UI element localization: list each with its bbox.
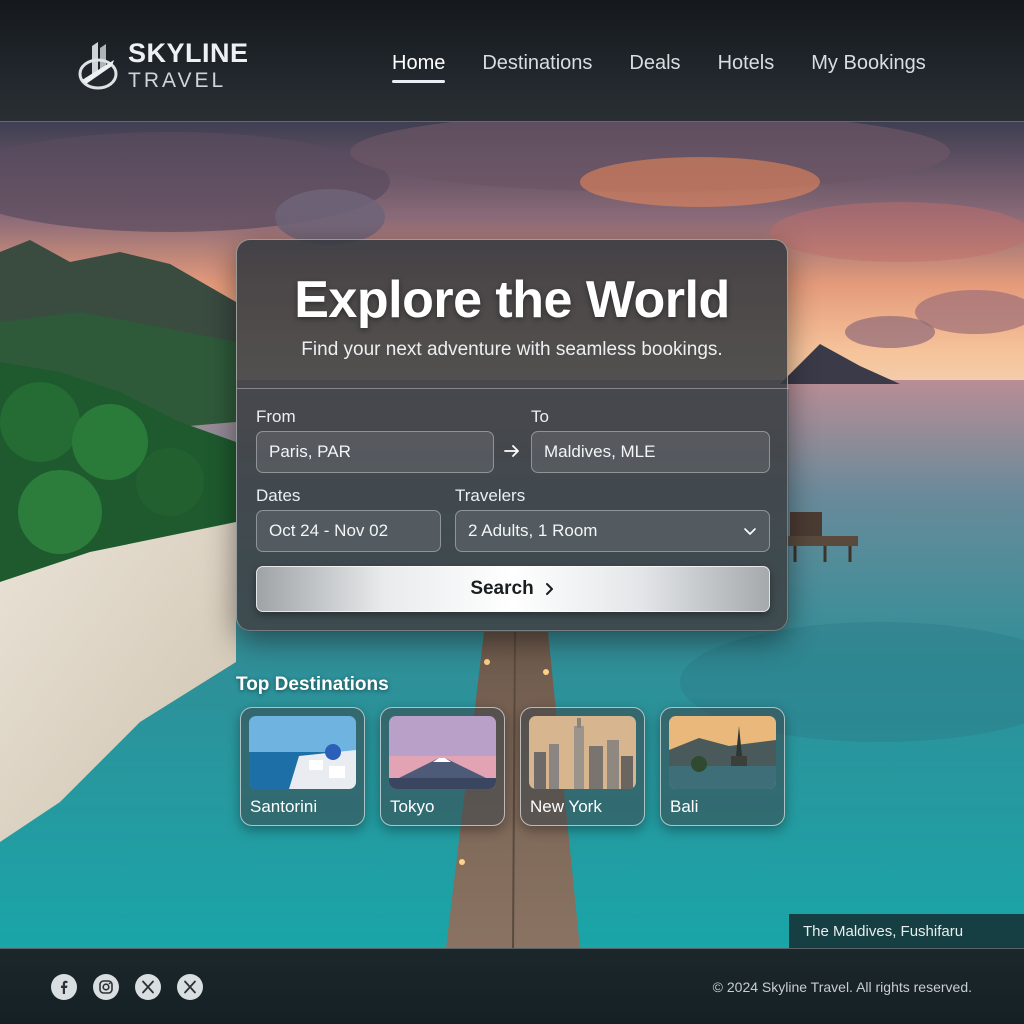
travelers-select[interactable]: 2 Adults, 1 Room xyxy=(455,510,770,552)
destination-card-bali[interactable]: Bali xyxy=(660,707,785,826)
destination-name: New York xyxy=(530,797,602,816)
top-destinations-title: Top Destinations xyxy=(236,674,389,695)
dates-label: Dates xyxy=(256,486,301,505)
dates-field[interactable]: Oct 24 - Nov 02 xyxy=(256,510,441,552)
top-nav-bar: SKYLINE TRAVEL Home Destinations Deals H… xyxy=(0,0,1024,122)
tokyo-thumbnail xyxy=(389,716,496,789)
x-icon[interactable] xyxy=(135,974,161,1000)
to-label: To xyxy=(531,407,549,426)
from-field[interactable]: Paris, PAR xyxy=(256,431,494,473)
arrow-right-icon xyxy=(504,445,519,457)
destination-name: Bali xyxy=(670,797,699,816)
destination-name: Santorini xyxy=(250,797,318,816)
from-label: From xyxy=(256,407,296,426)
skyline-logo-icon xyxy=(78,42,118,90)
top-destinations-list: Santorini Tokyo New York Bali xyxy=(240,707,785,826)
x-icon[interactable] xyxy=(177,974,203,1000)
nav-my-bookings[interactable]: My Bookings xyxy=(811,52,926,83)
chevron-down-icon xyxy=(744,528,756,535)
instagram-icon[interactable] xyxy=(93,974,119,1000)
bali-thumbnail xyxy=(669,716,776,789)
brand-sub: TRAVEL xyxy=(128,68,227,92)
destination-name: Tokyo xyxy=(390,797,435,816)
nav-hotels[interactable]: Hotels xyxy=(718,52,775,83)
search-button[interactable]: Search xyxy=(256,566,770,612)
main-nav: Home Destinations Deals Hotels My Bookin… xyxy=(392,52,963,83)
travelers-label: Travelers xyxy=(455,486,526,505)
booking-form: From To Paris, PAR Maldives, MLE Dates T… xyxy=(237,388,789,632)
brand-logo[interactable]: SKYLINE TRAVEL xyxy=(78,38,249,92)
nav-deals[interactable]: Deals xyxy=(629,52,680,83)
from-value: Paris, PAR xyxy=(269,442,351,461)
destination-card-tokyo[interactable]: Tokyo xyxy=(380,707,505,826)
new-york-thumbnail xyxy=(529,716,636,789)
chevron-right-icon xyxy=(545,583,553,595)
to-field[interactable]: Maldives, MLE xyxy=(531,431,770,473)
nav-destinations[interactable]: Destinations xyxy=(482,52,592,83)
santorini-thumbnail xyxy=(249,716,356,789)
search-button-label: Search xyxy=(470,578,534,599)
copyright-text: © 2024 Skyline Travel. All rights reserv… xyxy=(712,979,972,995)
footer: © 2024 Skyline Travel. All rights reserv… xyxy=(0,948,1024,1024)
destination-card-new-york[interactable]: New York xyxy=(520,707,645,826)
nav-home[interactable]: Home xyxy=(392,52,446,83)
hero-title: Explore the World xyxy=(294,271,730,329)
facebook-icon[interactable] xyxy=(51,974,77,1000)
search-card: Explore the World Find your next adventu… xyxy=(236,239,789,632)
travelers-value: 2 Adults, 1 Room xyxy=(468,521,598,540)
destination-card-santorini[interactable]: Santorini xyxy=(240,707,365,826)
photo-caption: The Maldives, Fushifaru xyxy=(789,914,1024,948)
to-value: Maldives, MLE xyxy=(544,442,656,461)
dates-value: Oct 24 - Nov 02 xyxy=(269,521,389,540)
social-links xyxy=(51,974,203,1000)
brand-name: SKYLINE xyxy=(128,37,249,68)
hero-subtitle: Find your next adventure with seamless b… xyxy=(301,339,723,360)
